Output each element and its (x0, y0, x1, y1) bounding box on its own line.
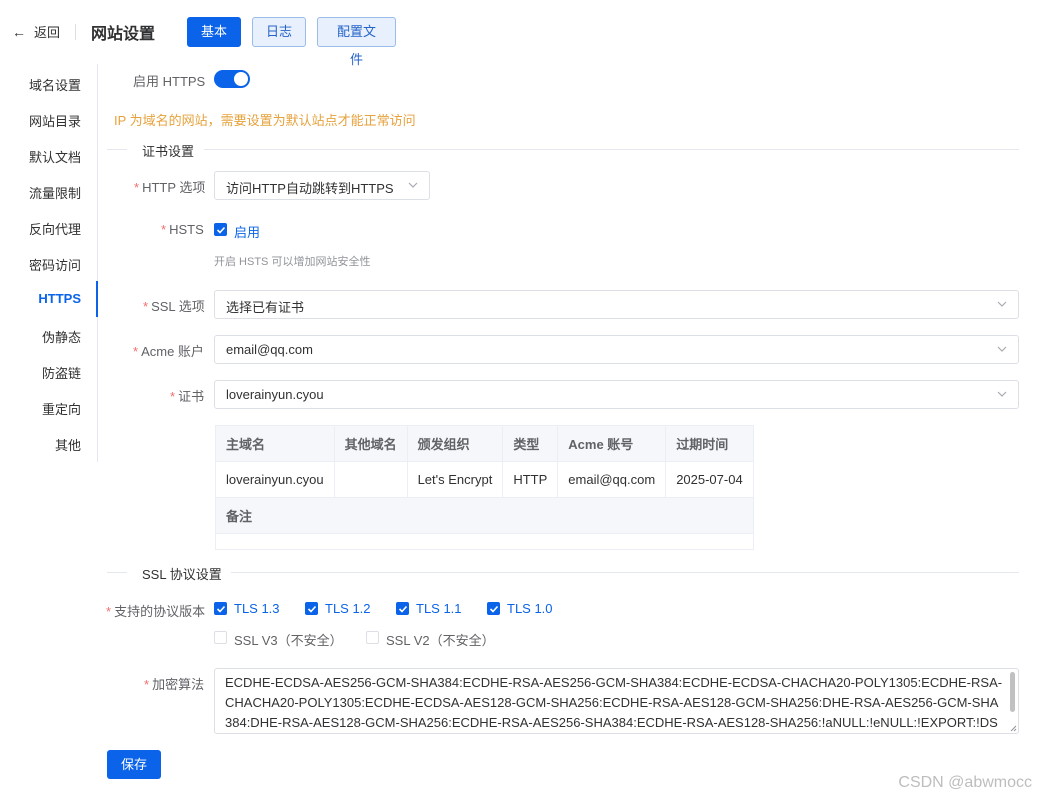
cell-primary-domain: loverainyun.cyou (215, 461, 335, 498)
chevron-down-icon (997, 391, 1007, 397)
sidebar-item-https[interactable]: HTTPS (38, 291, 81, 306)
tls13-checkbox[interactable] (214, 602, 227, 615)
sidebar-active-indicator (96, 281, 98, 317)
protocols-label: * 支持的协议版本 (106, 604, 206, 619)
tls12-checkbox[interactable] (305, 602, 318, 615)
cell-expiry: 2025-07-04 (665, 461, 754, 498)
certificate-value: loverainyun.cyou (226, 387, 324, 402)
col-header-primary-domain: 主域名 (215, 425, 335, 462)
sidebar-item-other[interactable]: 其他 (55, 435, 81, 454)
cert-section-divider: 证书设置 (107, 139, 1019, 159)
tls13-label[interactable]: TLS 1.3 (234, 601, 280, 616)
hsts-checkbox[interactable] (214, 223, 227, 236)
sidebar-item-default-doc[interactable]: 默认文档 (29, 147, 81, 166)
table-header-row: 主域名 其他域名 颁发组织 类型 Acme 账号 过期时间 (215, 425, 754, 462)
tab-config-file[interactable]: 配置文件 (317, 17, 396, 67)
hsts-checkbox-label[interactable]: 启用 (234, 222, 260, 241)
resize-grip-icon[interactable] (1010, 725, 1017, 732)
remark-header-row: 备注 (215, 497, 754, 534)
cell-issuer: Let's Encrypt (406, 461, 504, 498)
sidebar-item-redirect[interactable]: 重定向 (42, 399, 81, 418)
ssl-option-value: 选择已有证书 (226, 300, 305, 315)
cipher-value: ECDHE-ECDSA-AES256-GCM-SHA384:ECDHE-RSA-… (225, 675, 1003, 730)
col-header-acme-account: Acme 账号 (557, 425, 667, 462)
certificate-label: * 证书 (170, 389, 205, 404)
sidebar-item-site-dir[interactable]: 网站目录 (29, 111, 81, 130)
http-option-label: * HTTP 选项 (134, 180, 206, 195)
hsts-label: * HSTS (161, 222, 204, 237)
check-icon (216, 226, 226, 234)
cert-section-title: 证书设置 (142, 144, 195, 159)
chevron-down-icon (997, 346, 1007, 352)
remark-label: 备注 (215, 497, 754, 534)
tab-basic[interactable]: 基本 (187, 17, 241, 47)
col-header-other-domains: 其他域名 (333, 425, 408, 462)
watermark: CSDN @abwmocc (898, 774, 1032, 791)
check-icon (216, 605, 226, 613)
sidebar-item-domain[interactable]: 域名设置 (29, 75, 81, 94)
cipher-label: * 加密算法 (144, 677, 205, 692)
sidebar-item-reverse-proxy[interactable]: 反向代理 (29, 219, 81, 238)
hsts-hint: 开启 HSTS 可以增加网站安全性 (214, 256, 371, 268)
enable-https-switch[interactable] (214, 70, 250, 88)
page-header: ← 返回 网站设置 基本 日志 配置文件 (0, 0, 1038, 67)
check-icon (489, 605, 499, 613)
sidebar-item-traffic-limit[interactable]: 流量限制 (29, 183, 81, 202)
check-icon (398, 605, 408, 613)
header-divider (75, 24, 76, 40)
back-button[interactable]: ← 返回 (12, 22, 60, 41)
cell-type: HTTP (502, 461, 559, 498)
cell-other-domains (333, 461, 408, 498)
tls11-checkbox[interactable] (396, 602, 409, 615)
check-icon (307, 605, 317, 613)
ssl-option-select[interactable]: 选择已有证书 (214, 290, 1019, 319)
tls10-label[interactable]: TLS 1.0 (507, 601, 553, 616)
sidebar-item-hotlink[interactable]: 防盗链 (42, 363, 81, 382)
ssl-section-title: SSL 协议设置 (142, 567, 222, 582)
ip-warning-text: IP 为域名的网站，需要设置为默认站点才能正常访问 (114, 113, 416, 128)
sslv3-checkbox[interactable] (214, 631, 227, 644)
arrow-left-icon: ← (12, 23, 26, 40)
ssl-option-label: * SSL 选项 (143, 299, 205, 314)
certificate-select[interactable]: loverainyun.cyou (214, 380, 1019, 409)
cipher-textarea[interactable]: ECDHE-ECDSA-AES256-GCM-SHA384:ECDHE-RSA-… (214, 668, 1019, 734)
sslv3-label[interactable]: SSL V3（不安全） (234, 630, 343, 649)
acme-account-value: email@qq.com (226, 342, 313, 357)
tab-log[interactable]: 日志 (252, 17, 306, 47)
page-title: 网站设置 (91, 26, 156, 43)
col-header-type: 类型 (502, 425, 559, 462)
acme-account-select[interactable]: email@qq.com (214, 335, 1019, 364)
sidebar-item-password-access[interactable]: 密码访问 (29, 255, 81, 274)
http-option-value: 访问HTTP自动跳转到HTTPS (226, 181, 394, 196)
back-label: 返回 (34, 25, 61, 40)
remark-value (215, 533, 754, 550)
table-row: loverainyun.cyou Let's Encrypt HTTP emai… (215, 461, 754, 498)
switch-knob (234, 72, 248, 86)
cert-details-table: 主域名 其他域名 颁发组织 类型 Acme 账号 过期时间 loverainyu… (215, 425, 754, 550)
chevron-down-icon (408, 182, 418, 188)
ssl-section-divider: SSL 协议设置 (107, 562, 1019, 582)
cell-acme-account: email@qq.com (557, 461, 667, 498)
enable-https-label: 启用 HTTPS (133, 74, 206, 89)
col-header-expiry: 过期时间 (665, 425, 754, 462)
sidebar-nav: 域名设置 网站目录 默认文档 流量限制 反向代理 密码访问 HTTPS 伪静态 … (0, 64, 98, 462)
col-header-issuer: 颁发组织 (406, 425, 504, 462)
sidebar-item-rewrite[interactable]: 伪静态 (42, 327, 81, 346)
sslv2-label[interactable]: SSL V2（不安全） (386, 630, 495, 649)
tls11-label[interactable]: TLS 1.1 (416, 601, 462, 616)
sslv2-checkbox[interactable] (366, 631, 379, 644)
http-option-select[interactable]: 访问HTTP自动跳转到HTTPS (214, 171, 430, 200)
acme-account-label: * Acme 账户 (133, 344, 204, 359)
chevron-down-icon (997, 301, 1007, 307)
save-button[interactable]: 保存 (107, 750, 161, 779)
tls10-checkbox[interactable] (487, 602, 500, 615)
textarea-scrollbar[interactable] (1010, 672, 1015, 712)
tls12-label[interactable]: TLS 1.2 (325, 601, 371, 616)
remark-value-row (215, 533, 754, 550)
